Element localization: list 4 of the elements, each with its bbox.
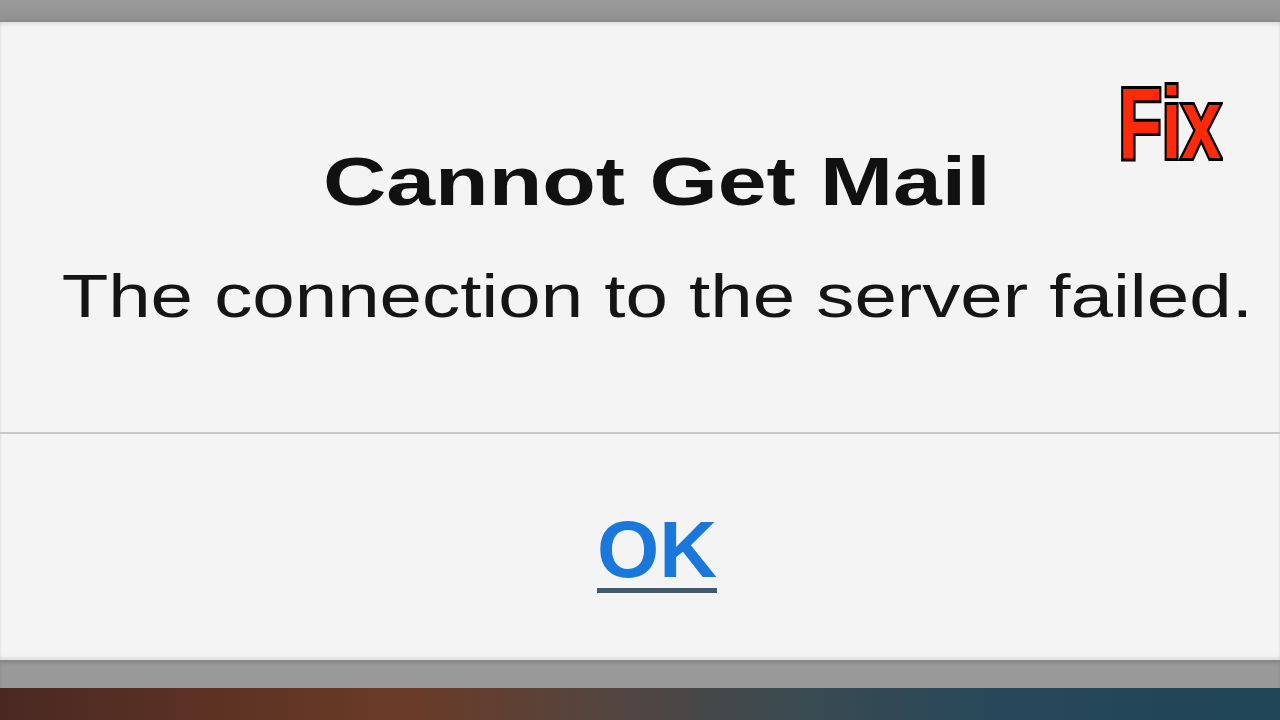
dialog-button[interactable]: OK — [593, 502, 721, 598]
alert-title: Cannot Get Mail — [323, 142, 991, 221]
alert-message: The connection to the server failed. — [61, 260, 1253, 332]
overlay-caption: Fix — [1117, 80, 1222, 166]
